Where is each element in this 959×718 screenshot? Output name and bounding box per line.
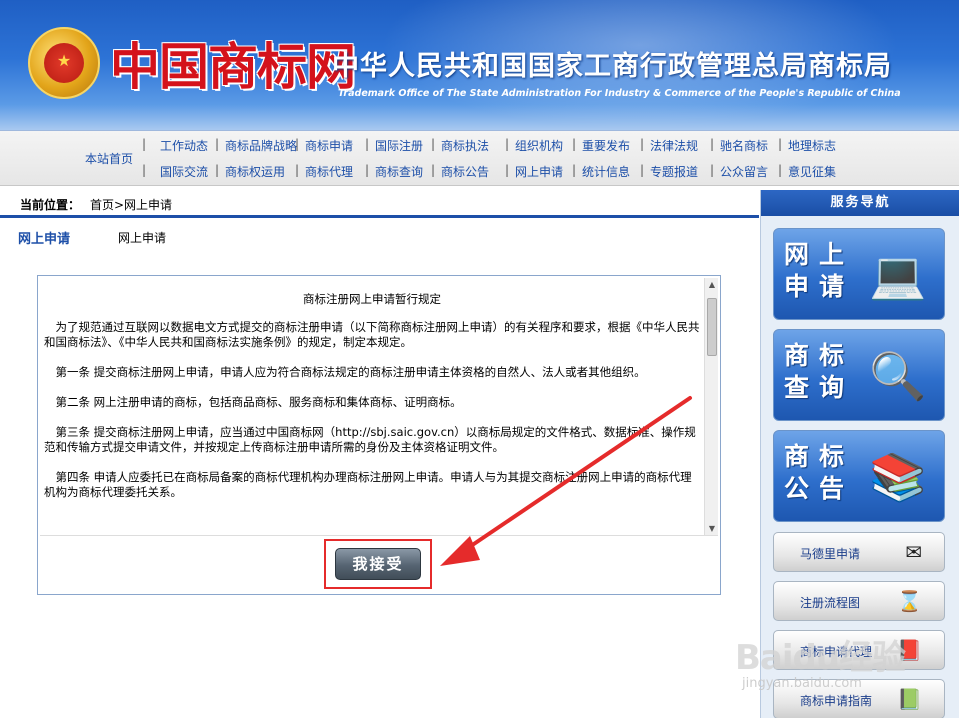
agency-title: 中华人民共和国国家工商行政管理总局商标局	[332, 51, 892, 82]
national-emblem-icon: ★	[28, 27, 100, 99]
nav-link[interactable]: 国际注册	[365, 137, 435, 157]
book-icon: 📗	[897, 687, 922, 711]
nav-link[interactable]: 公众留言	[710, 163, 782, 183]
section-subtitle: 网上申请	[118, 231, 167, 245]
breadcrumb-label: 当前位置：	[20, 198, 81, 212]
sidebar-small-label: 注册流程图	[800, 596, 861, 610]
nav-link[interactable]: 工作动态	[142, 137, 219, 157]
nav-link[interactable]: 专题报道	[640, 163, 714, 183]
online-application-button[interactable]: 网上申请 💻	[773, 228, 945, 320]
section-header: 网上申请 网上申请	[0, 222, 759, 252]
terms-paragraph: 第二条 网上注册申请的商标，包括商品商标、服务商标和集体商标、证明商标。	[55, 395, 462, 409]
breadcrumb-bar: 当前位置： 首页>网上申请	[0, 190, 759, 218]
terms-scrollbar[interactable]: ▲ ▼	[704, 278, 718, 535]
watermark-logo: Baidu经验	[735, 638, 906, 678]
nav-link[interactable]: 商标执法	[431, 137, 509, 157]
terms-paragraph: 第一条 提交商标注册网上申请，申请人应为符合商标法规定的商标注册申请主体资格的自…	[55, 365, 646, 379]
watermark-url: jingyan.baidu.com	[742, 676, 862, 691]
star-icon: ★	[56, 51, 72, 70]
sidebar-small-label: 商标申请指南	[800, 694, 873, 708]
trademark-bulletin-button[interactable]: 商标公告 📚	[773, 430, 945, 522]
agency-title-en: Trademark Office of The State Administra…	[338, 88, 901, 99]
sidebar-big-label: 商标公告	[784, 442, 855, 503]
sidebar-small-label: 马德里申请	[800, 547, 861, 561]
nav-link[interactable]: 商标查询	[365, 163, 435, 183]
sidebar-title: 服务导航	[761, 190, 959, 216]
nav-link[interactable]: 法律法规	[640, 137, 714, 157]
registration-flowchart-button[interactable]: 注册流程图 ⌛	[773, 581, 945, 621]
nav-link[interactable]: 商标申请	[295, 137, 369, 157]
madrid-application-button[interactable]: 马德里申请 ✉	[773, 532, 945, 572]
books-globe-icon: 📚	[869, 450, 927, 504]
magnifier-books-icon: 🔍	[869, 349, 927, 403]
page-root: ★ 中国商标网 中华人民共和国国家工商行政管理总局商标局 Trademark O…	[0, 0, 959, 718]
emblem-core: ★	[44, 43, 84, 83]
nav-link[interactable]: 商标权运用	[215, 163, 299, 183]
nav-link[interactable]: 组织机构	[505, 137, 576, 157]
nav-link[interactable]: 商标公告	[431, 163, 509, 183]
sidebar-big-label: 商标查询	[784, 341, 855, 402]
hourglass-icon: ⌛	[897, 589, 922, 613]
nav-row-1: 工作动态商标品牌战略商标申请国际注册商标执法组织机构重要发布法律法规驰名商标地理…	[142, 137, 846, 157]
trademark-search-button[interactable]: 商标查询 🔍	[773, 329, 945, 421]
terms-paragraph: 为了规范通过互联网以数据电文方式提交的商标注册申请（以下简称商标注册网上申请）的…	[44, 320, 700, 349]
header-banner: ★ 中国商标网 中华人民共和国国家工商行政管理总局商标局 Trademark O…	[0, 0, 959, 130]
site-logo[interactable]: 中国商标网	[110, 27, 356, 99]
sidebar-big-label: 网上申请	[784, 240, 855, 301]
terms-paragraph: 第三条 提交商标注册网上申请，应当通过中国商标网（http://sbj.saic…	[44, 425, 696, 454]
terms-scroll-area[interactable]: 商标注册网上申请暂行规定 为了规范通过互联网以数据电文方式提交的商标注册申请（以…	[40, 278, 718, 536]
breadcrumb[interactable]: 首页>网上申请	[90, 196, 172, 213]
nav-row-2: 国际交流商标权运用商标代理商标查询商标公告网上申请统计信息专题报道公众留言意见征…	[142, 163, 846, 183]
terms-panel: 商标注册网上申请暂行规定 为了规范通过互联网以数据电文方式提交的商标注册申请（以…	[37, 275, 721, 595]
nav-link[interactable]: 意见征集	[778, 163, 846, 183]
nav-link[interactable]: 国际交流	[142, 163, 219, 183]
nav-link[interactable]: 统计信息	[572, 163, 644, 183]
nav-link[interactable]: 地理标志	[778, 137, 846, 157]
terms-title: 商标注册网上申请暂行规定	[303, 292, 441, 306]
terms-text: 商标注册网上申请暂行规定 为了规范通过互联网以数据电文方式提交的商标注册申请（以…	[40, 278, 704, 515]
terms-paragraph: 第四条 申请人应委托已在商标局备案的商标代理机构办理商标注册网上申请。申请人与为…	[44, 470, 692, 499]
nav-link[interactable]: 商标代理	[295, 163, 369, 183]
laptop-globe-icon: 💻	[869, 248, 927, 302]
section-title: 网上申请	[18, 232, 71, 247]
nav-home-link[interactable]: 本站首页	[85, 150, 133, 167]
nav-link[interactable]: 重要发布	[572, 137, 644, 157]
accept-highlight-box: 我接受	[324, 539, 432, 589]
nav-link[interactable]: 商标品牌战略	[215, 137, 299, 157]
envelope-icon: ✉	[905, 540, 922, 564]
scroll-thumb[interactable]	[707, 298, 717, 356]
scroll-down-icon[interactable]: ▼	[705, 522, 718, 535]
scroll-up-icon[interactable]: ▲	[705, 278, 718, 292]
nav-link[interactable]: 驰名商标	[710, 137, 782, 157]
main-nav: 本站首页 工作动态商标品牌战略商标申请国际注册商标执法组织机构重要发布法律法规驰…	[0, 130, 959, 186]
accept-button[interactable]: 我接受	[335, 548, 421, 580]
nav-link[interactable]: 网上申请	[505, 163, 576, 183]
